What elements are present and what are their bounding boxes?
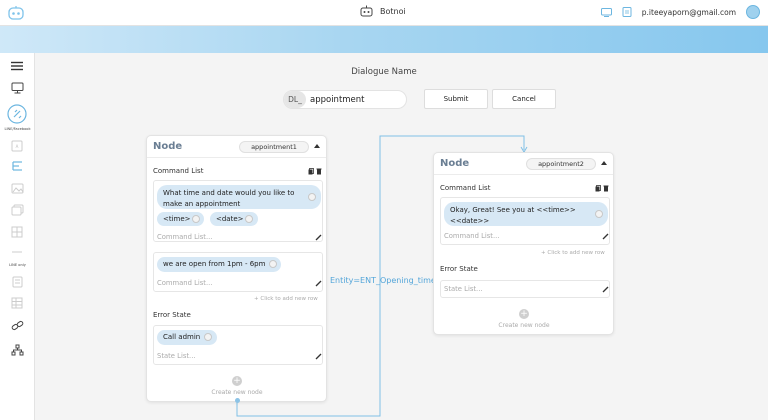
error-state-label: Error State: [440, 265, 478, 273]
remove-chip-icon[interactable]: [204, 333, 212, 341]
command-list-actions: [308, 168, 322, 175]
plus-icon: +: [232, 376, 242, 386]
node-title: Node: [153, 141, 183, 152]
create-new-node-button[interactable]: + Create new node: [197, 376, 277, 396]
command-text-line: What time and date would you like to: [163, 189, 295, 197]
edit-icon[interactable]: [315, 234, 322, 241]
command-text-chip[interactable]: What time and date would you like to mak…: [157, 185, 321, 209]
delete-icon[interactable]: [603, 185, 609, 192]
plus-icon: +: [519, 309, 529, 319]
remove-chip-icon[interactable]: [308, 193, 316, 201]
remove-chip-icon[interactable]: [192, 215, 200, 223]
remove-chip-icon[interactable]: [595, 210, 603, 218]
collapse-caret-icon[interactable]: [601, 161, 607, 165]
command-list-input[interactable]: Command List...: [157, 233, 212, 241]
connector-handle[interactable]: [235, 398, 240, 403]
remove-chip-icon[interactable]: [269, 260, 277, 268]
error-state-box: Call admin State List...: [153, 325, 323, 365]
delete-icon[interactable]: [316, 168, 322, 175]
command-list-input[interactable]: Command List...: [444, 232, 499, 240]
command-text-chip[interactable]: Okay, Great! See you at <<time>> <<date>…: [444, 202, 608, 226]
error-state-text: Call admin: [163, 333, 201, 341]
command-text-line: <<date>>: [450, 217, 490, 225]
command-item: Okay, Great! See you at <<time>> <<date>…: [440, 197, 610, 245]
create-new-node-button[interactable]: + Create new node: [484, 309, 564, 329]
edit-icon[interactable]: [602, 233, 609, 240]
error-state-label: Error State: [153, 311, 191, 319]
edit-icon[interactable]: [602, 286, 609, 293]
command-text: we are open from 1pm - 6pm: [163, 260, 266, 268]
command-list-input[interactable]: Command List...: [157, 279, 212, 287]
node-header: Node appointment2: [434, 153, 613, 175]
add-row-link[interactable]: + Click to add new row: [541, 250, 605, 256]
entity-chip-label: <date>: [216, 215, 244, 223]
entity-chip-time[interactable]: <time>: [157, 212, 204, 226]
entity-chip-label: <time>: [163, 215, 191, 223]
node-card-appointment1: Node appointment1 Command List What time…: [146, 135, 327, 403]
command-text-line: Okay, Great! See you at <<time>>: [450, 206, 576, 214]
connector-entity-label[interactable]: Entity=ENT_Opening_time: [330, 276, 436, 285]
command-item: we are open from 1pm - 6pm Command List.…: [153, 252, 323, 292]
error-state-box: State List...: [440, 280, 610, 298]
collapse-caret-icon[interactable]: [314, 144, 320, 148]
create-new-node-label: Create new node: [211, 389, 263, 396]
command-text-line: make an appointment: [163, 200, 241, 208]
entity-chip-date[interactable]: <date>: [210, 212, 258, 226]
copy-icon[interactable]: [308, 168, 314, 175]
add-row-link[interactable]: + Click to add new row: [254, 296, 318, 302]
node-connector: [236, 135, 528, 417]
command-list-label: Command List: [153, 167, 204, 175]
create-new-node-label: Create new node: [498, 322, 550, 329]
command-list-actions: [595, 185, 609, 192]
state-list-input[interactable]: State List...: [157, 352, 196, 360]
remove-chip-icon[interactable]: [245, 215, 253, 223]
copy-icon[interactable]: [595, 185, 601, 192]
command-text-chip[interactable]: we are open from 1pm - 6pm: [157, 257, 281, 272]
edit-icon[interactable]: [315, 353, 322, 360]
node-tag[interactable]: appointment1: [239, 141, 309, 153]
command-item: What time and date would you like to mak…: [153, 180, 323, 242]
node-header: Node appointment1: [147, 136, 326, 158]
error-state-chip[interactable]: Call admin: [157, 330, 217, 345]
command-list-label: Command List: [440, 184, 491, 192]
node-tag[interactable]: appointment2: [526, 158, 596, 170]
node-card-appointment2: Node appointment2 Command List Okay, Gre…: [433, 152, 614, 335]
edit-icon[interactable]: [315, 280, 322, 287]
state-list-input[interactable]: State List...: [444, 285, 483, 293]
node-title: Node: [440, 158, 470, 169]
